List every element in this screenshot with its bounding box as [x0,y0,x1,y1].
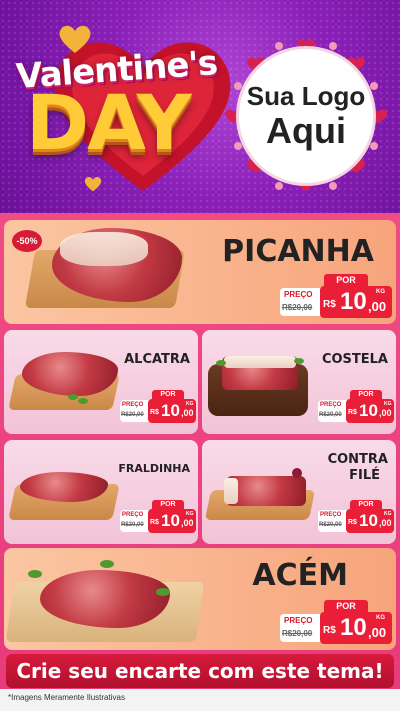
new-price-box: R$ 10 ,00 KG [346,399,394,423]
price-integer: 10 [359,511,378,530]
old-price: R$20,00 [121,522,144,528]
logo-text-line2: Aqui [266,110,346,151]
small-heart-icon [84,176,102,192]
price-integer: 10 [161,401,180,420]
footer: *Imagens Meramente Ilustrativas [0,689,400,711]
por-label: POR [324,600,368,612]
price-cents: ,00 [368,299,387,314]
unit: KG [384,511,392,517]
herb-leaf [100,560,114,568]
unit: KG [376,615,385,621]
herb-leaf [156,588,170,596]
new-price-box: R$ 10 ,00 KG [320,612,392,644]
product-card-picanha: -50% PICANHA POR PREÇO R$20,00 R$ 10 ,00… [4,220,396,324]
currency: R$ [348,409,357,416]
old-price: R$20,00 [121,412,144,418]
currency: R$ [323,299,336,310]
unit: KG [186,511,194,517]
preco-label: PREÇO [122,512,144,518]
product-name: FRALDINHA [118,462,190,475]
product-card-contra-file: CONTRA FILÉ POR PREÇO R$20,00 R$ 10 ,00 … [202,440,396,544]
price-cents: ,00 [181,408,194,418]
fat-cap [224,356,296,368]
price-cents: ,00 [379,408,392,418]
price-cents: ,00 [368,625,387,640]
price-cents: ,00 [181,518,194,528]
preco-label: PREÇO [122,402,144,408]
price-cents: ,00 [379,518,392,528]
herb-leaf [216,360,226,366]
disclaimer-text: *Imagens Meramente Ilustrativas [8,693,125,702]
old-price: R$20,00 [319,412,342,418]
price-tag: POR PREÇO R$20,00 R$ 10 ,00 KG [280,600,392,646]
cta-banner[interactable]: Crie seu encarte com este tema! [6,654,394,688]
old-price: R$20,00 [282,629,313,638]
product-card-fraldinha: FRALDINHA POR PREÇO R$20,00 R$ 10 ,00 KG [4,440,198,544]
meat-image [226,476,306,506]
header-banner: Valentine's DAY Sua Logo Aqui [0,0,400,213]
new-price-box: R$ 10 ,00 KG [320,286,392,318]
herb-leaf [68,394,78,400]
por-label: POR [324,274,368,286]
currency: R$ [348,519,357,526]
product-card-costela: COSTELA POR PREÇO R$20,00 R$ 10 ,00 KG [202,330,396,434]
product-name: ACÉM [252,558,348,593]
price-tag: POR PREÇO R$20,00 R$ 10 ,00 KG [120,390,196,424]
product-name: PICANHA [222,234,374,269]
new-price-box: R$ 10 ,00 KG [346,509,394,533]
currency: R$ [150,409,159,416]
herb-leaf [78,398,88,404]
product-name: ALCATRA [124,352,190,367]
logo-frame: Sua Logo Aqui [224,34,388,198]
product-card-acem: ACÉM POR PREÇO R$20,00 R$ 10 ,00 KG [4,548,396,650]
logo-placeholder: Sua Logo Aqui [236,46,376,186]
fat-cap [60,232,148,266]
old-price: R$20,00 [282,303,313,312]
product-name: COSTELA [321,352,388,367]
price-tag: POR PREÇO R$20,00 R$ 10 ,00 KG [120,500,196,534]
herb-leaf [28,570,42,578]
unit: KG [384,401,392,407]
product-name-line2: FILÉ [349,468,380,483]
fat-cap [224,478,238,504]
discount-badge: -50% [12,230,42,252]
new-price-box: R$ 10 ,00 KG [148,509,196,533]
old-price: R$20,00 [319,522,342,528]
price-integer: 10 [340,614,367,641]
logo-text-line1: Sua Logo [246,81,366,111]
unit: KG [376,289,385,295]
product-name-line1: CONTRA [327,452,388,467]
unit: KG [186,401,194,407]
price-integer: 10 [340,288,367,315]
product-card-alcatra: ALCATRA POR PREÇO R$20,00 R$ 10 ,00 KG [4,330,198,434]
new-price-box: R$ 10 ,00 KG [148,399,196,423]
herb-leaf [294,358,304,364]
price-tag: POR PREÇO R$20,00 R$ 10 ,00 KG [318,500,394,534]
price-tag: POR PREÇO R$20,00 R$ 10 ,00 KG [280,274,392,320]
small-heart-icon [59,25,91,53]
price-integer: 10 [359,401,378,420]
preco-label: PREÇO [320,512,342,518]
price-tag: POR PREÇO R$20,00 R$ 10 ,00 KG [318,390,394,424]
onion-image [292,468,302,478]
currency: R$ [323,625,336,636]
price-integer: 10 [161,511,180,530]
preco-label: PREÇO [320,402,342,408]
preco-label: PREÇO [284,616,313,625]
preco-label: PREÇO [284,290,313,299]
currency: R$ [150,519,159,526]
title-day: DAY [26,78,192,167]
